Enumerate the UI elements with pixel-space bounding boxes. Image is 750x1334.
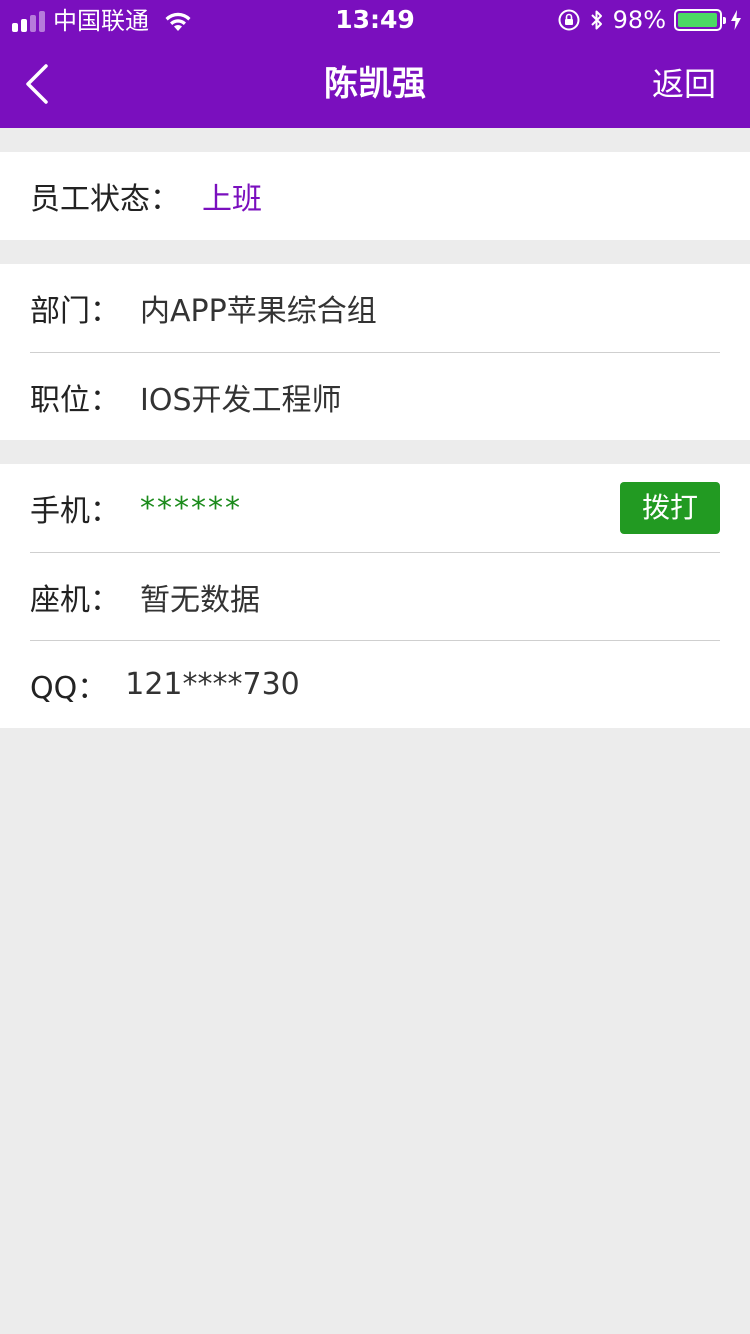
landline-label: 座机： <box>30 582 120 618</box>
employee-status-row: 员工状态： 上班 <box>30 152 720 240</box>
call-button[interactable]: 拨打 <box>620 482 720 534</box>
mobile-label: 手机： <box>30 494 120 529</box>
position-label: 职位： <box>30 382 120 418</box>
nav-bar: 陈凯强 返回 <box>0 40 750 128</box>
battery-percent: 98% <box>612 6 666 34</box>
status-bar: 中国联通 13:49 98% <box>0 0 750 40</box>
bluetooth-icon <box>590 10 602 30</box>
department-row: 部门： 内APP苹果综合组 <box>30 264 720 352</box>
contact-card: 手机： ****** 拨打 座机： 暂无数据 QQ： 121****730 <box>0 464 750 728</box>
battery-icon <box>674 9 726 31</box>
status-card: 员工状态： 上班 <box>0 152 750 240</box>
status-right: 98% <box>557 5 742 35</box>
page-title: 陈凯强 <box>324 64 426 104</box>
mobile-value: ****** <box>140 490 242 526</box>
employee-status-value: 上班 <box>202 182 262 217</box>
qq-value: 121****730 <box>125 667 300 702</box>
rotation-lock-icon <box>558 9 580 31</box>
qq-row: QQ： 121****730 <box>30 640 720 728</box>
charging-bolt-icon <box>731 10 741 30</box>
qq-label: QQ： <box>30 670 108 706</box>
return-button[interactable]: 返回 <box>652 40 716 128</box>
job-card: 部门： 内APP苹果综合组 职位： IOS开发工程师 <box>0 264 750 440</box>
landline-value: 暂无数据 <box>140 582 260 618</box>
department-value: 内APP苹果综合组 <box>140 294 377 329</box>
battery-fill <box>678 13 718 27</box>
employee-status-label: 员工状态： <box>30 182 180 217</box>
position-value: IOS开发工程师 <box>140 382 342 418</box>
mobile-row: 手机： ****** 拨打 <box>30 464 720 552</box>
department-label: 部门： <box>30 294 120 329</box>
position-row: 职位： IOS开发工程师 <box>30 352 720 440</box>
landline-row: 座机： 暂无数据 <box>30 552 720 640</box>
